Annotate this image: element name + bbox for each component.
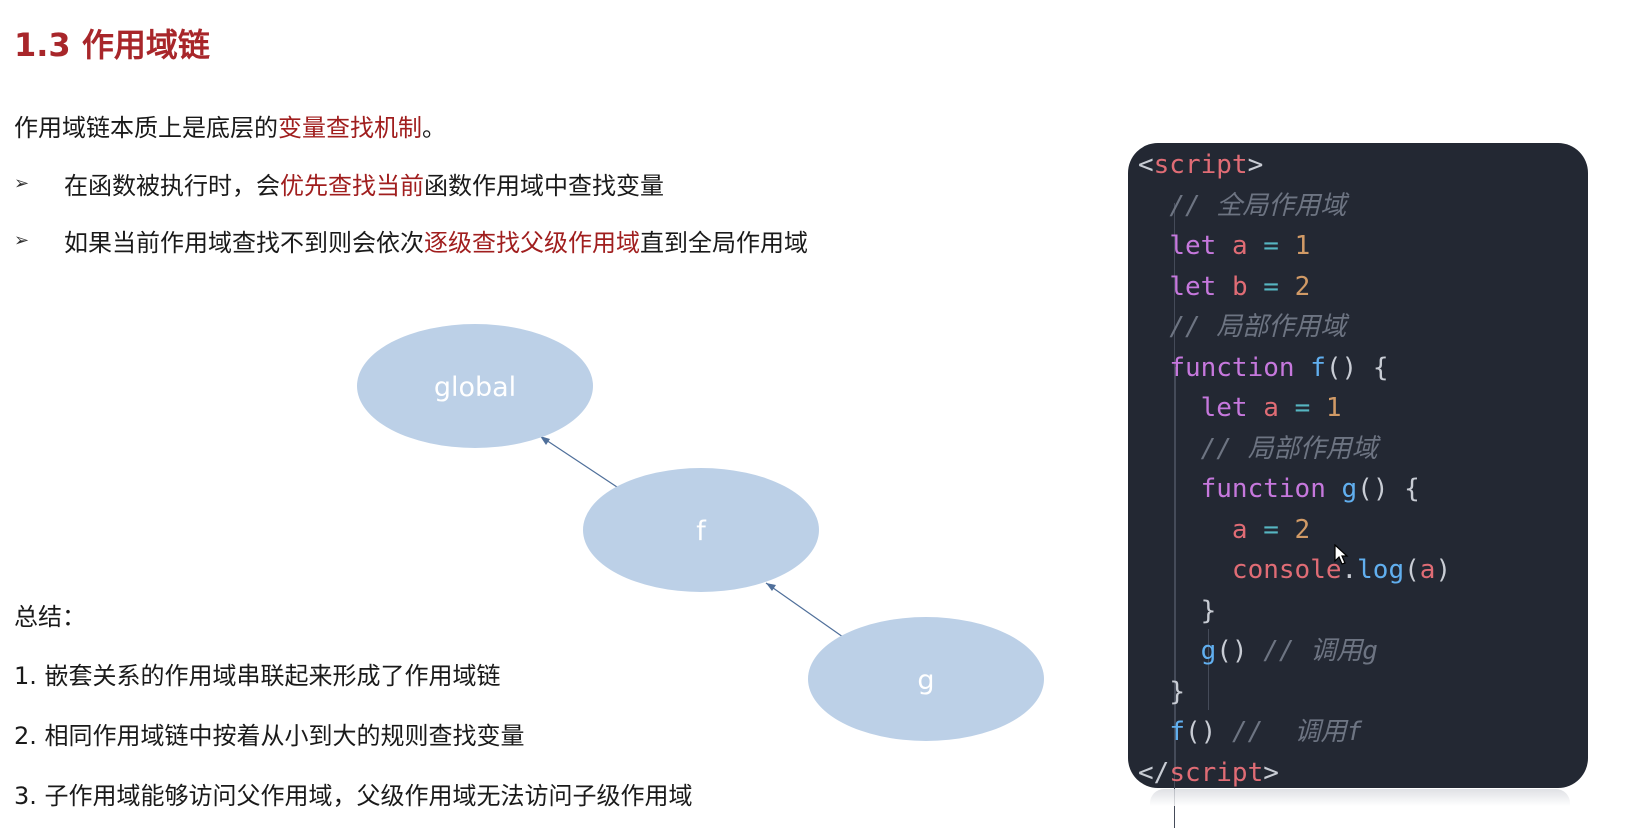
code-text: <script> // 全局作用域 let a = 1 let b = 2 //… (1138, 150, 1452, 788)
edge-arrowhead (766, 583, 776, 591)
edge-g-to-f (765, 582, 844, 638)
node-g-label: g (917, 665, 934, 696)
edge-f-to-global (539, 435, 618, 488)
reflection-shadow (1150, 789, 1570, 806)
edge-arrowhead (540, 436, 550, 445)
node-global-label: global (434, 372, 516, 403)
summary-heading: 总结： (14, 603, 86, 631)
node-f-label: f (696, 516, 707, 547)
mouse-cursor-icon (1334, 544, 1349, 565)
summary-item: 1. 嵌套关系的作用域串联起来形成了作用域链 (14, 662, 501, 690)
summary-item: 2. 相同作用域链中按着从小到大的规则查找变量 (14, 722, 525, 750)
code-block: <script> // 全局作用域 let a = 1 let b = 2 //… (1128, 143, 1588, 828)
